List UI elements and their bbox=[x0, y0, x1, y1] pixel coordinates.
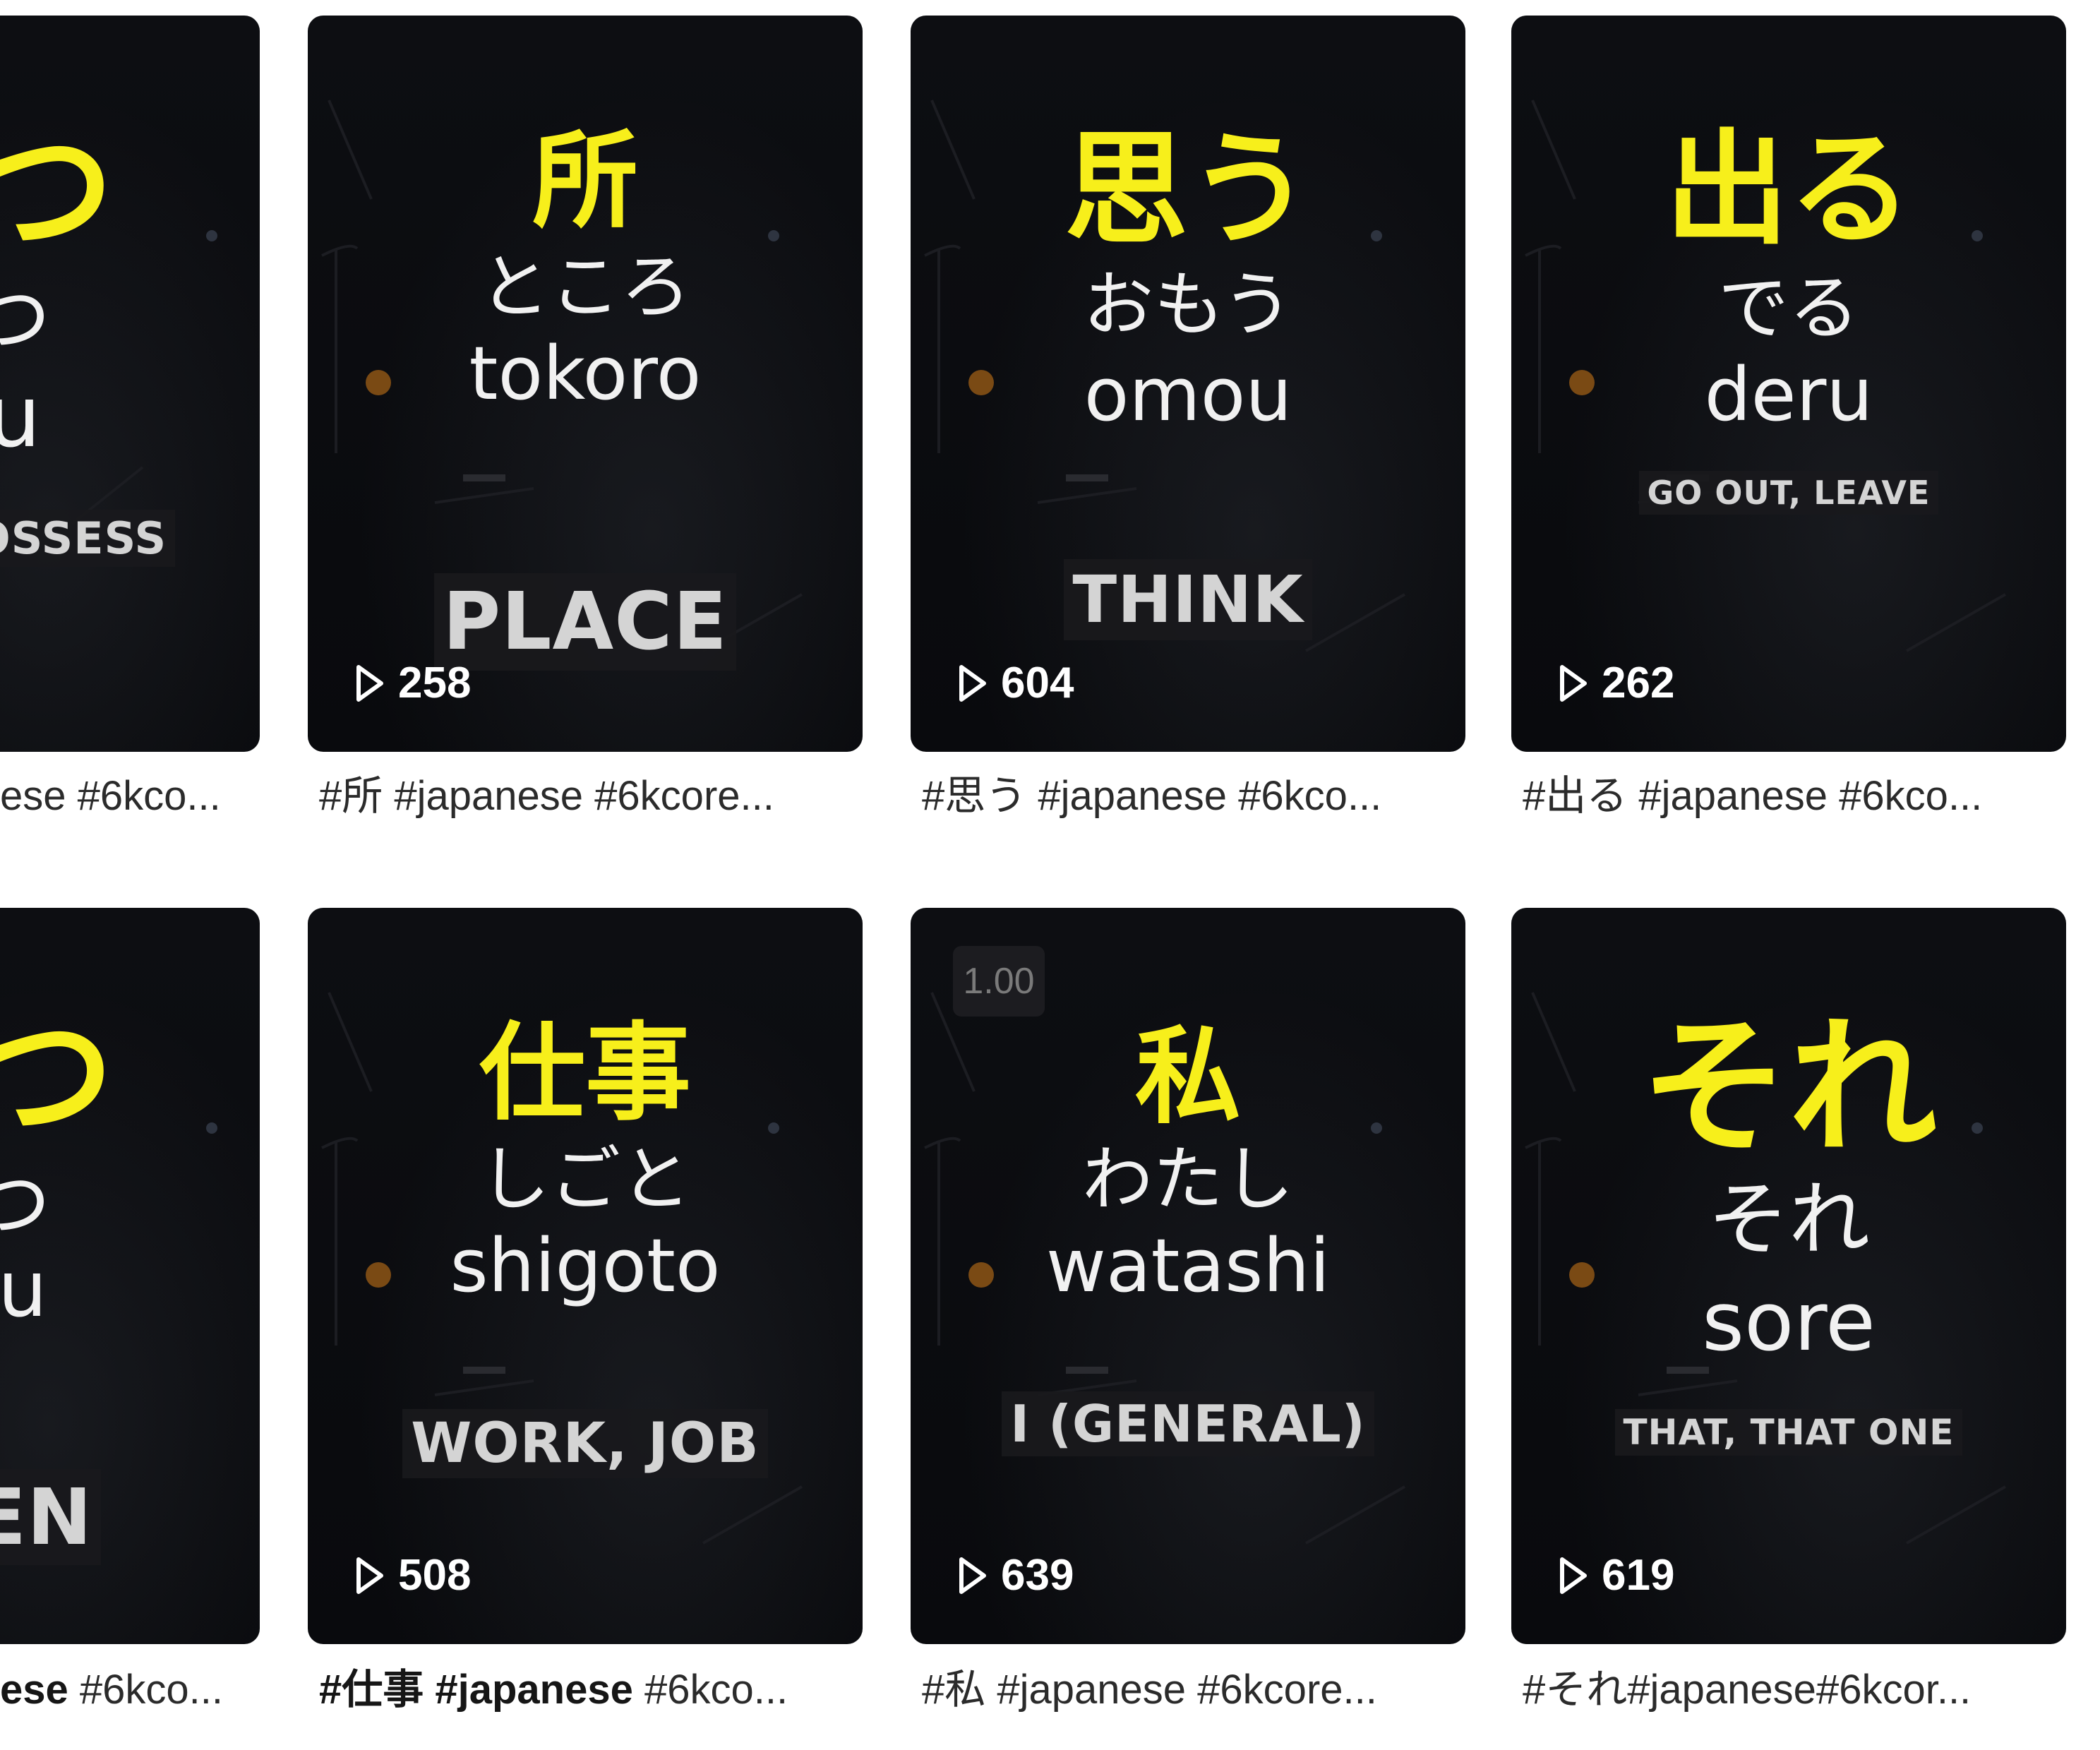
video-caption[interactable]: #所 #japanese #6kcore... bbox=[319, 768, 863, 825]
word-meaning: WORK, JOB bbox=[308, 1409, 863, 1478]
word-romaji: watashi bbox=[1045, 1223, 1331, 1309]
view-count-value: 508 bbox=[398, 1551, 472, 1600]
word-romaji: tokoro bbox=[469, 330, 702, 416]
word-meaning: PLACE bbox=[308, 573, 863, 671]
video-card-watashi[interactable]: 1.00 私 わたし watashi I (GENERAL) 639 bbox=[911, 908, 1465, 1644]
meaning-label: PLACE bbox=[434, 573, 736, 671]
video-card-tsu[interactable]: つ つ tsu OSSESS bbox=[0, 16, 260, 752]
word-meaning: I (GENERAL) bbox=[911, 1391, 1465, 1456]
playback-speed-badge[interactable]: 1.00 bbox=[953, 946, 1045, 1017]
video-caption[interactable]: #私 #japanese #6kcore... bbox=[922, 1662, 1465, 1718]
word-meaning: EN bbox=[0, 1469, 102, 1565]
video-caption[interactable]: #思う #japanese #6kco... bbox=[922, 768, 1465, 825]
word-kanji: 所 bbox=[532, 120, 638, 243]
word-kanji: 出る bbox=[1665, 119, 1912, 262]
view-count: 508 bbox=[356, 1550, 471, 1600]
video-card-shigoto[interactable]: 仕事 しごと shigoto WORK, JOB 508 bbox=[308, 908, 863, 1644]
video-card-omou[interactable]: 思う おもう omou THINK 604 bbox=[911, 16, 1465, 752]
word-meaning: GO OUT, LEAVE bbox=[1511, 471, 2066, 515]
word-meaning: THINK bbox=[911, 559, 1465, 640]
word-kana: それ bbox=[1707, 1173, 1870, 1267]
word-romaji: shigoto bbox=[450, 1223, 721, 1309]
play-icon bbox=[959, 1557, 987, 1595]
word-kanji: 思う bbox=[1064, 119, 1312, 262]
word-kana: ところ bbox=[479, 246, 691, 328]
word-kana: わたし bbox=[1082, 1138, 1294, 1221]
word-kana: つ bbox=[0, 274, 51, 364]
video-caption[interactable]: ese #6kco... bbox=[0, 768, 254, 825]
video-caption[interactable]: #出る #japanese #6kco... bbox=[1523, 768, 2066, 825]
word-meaning: THAT, THAT ONE bbox=[1511, 1409, 2066, 1456]
video-card-tokoro[interactable]: 所 ところ tokoro PLACE 258 bbox=[308, 16, 863, 752]
video-caption[interactable]: #それ#japanese#6kcor... bbox=[1523, 1662, 2066, 1718]
view-count: 262 bbox=[1559, 658, 1674, 708]
video-grid: つ つ tsu OSSESS 所 ところ tokoro PLACE 258 思う… bbox=[0, 0, 2100, 1750]
meaning-label: OSSESS bbox=[0, 510, 176, 567]
caption-bold: #仕事 #japanese bbox=[319, 1667, 633, 1713]
word-romaji: tsu bbox=[0, 368, 41, 467]
video-card-deru[interactable]: 出る でる deru GO OUT, LEAVE 262 bbox=[1511, 16, 2066, 752]
video-card-sore[interactable]: それ それ sore THAT, THAT ONE 619 bbox=[1511, 908, 2066, 1644]
meaning-label: I (GENERAL) bbox=[1002, 1391, 1374, 1456]
caption-bold: ese bbox=[0, 1667, 68, 1713]
play-icon bbox=[1559, 1557, 1588, 1595]
view-count-value: 604 bbox=[1001, 659, 1074, 707]
meaning-label: THINK bbox=[1064, 559, 1312, 640]
word-kana: つ bbox=[0, 1159, 51, 1249]
word-kana: おもう bbox=[1083, 263, 1293, 346]
word-kanji: 仕事 bbox=[479, 1012, 691, 1135]
word-romaji: sore bbox=[1702, 1275, 1876, 1370]
view-count-value: 619 bbox=[1602, 1551, 1675, 1600]
meaning-label: THAT, THAT ONE bbox=[1614, 1409, 1963, 1456]
word-kana: でる bbox=[1718, 267, 1859, 349]
video-caption[interactable]: ese #6kco... bbox=[0, 1662, 254, 1718]
meaning-label: WORK, JOB bbox=[402, 1409, 768, 1478]
view-count: 639 bbox=[959, 1550, 1074, 1600]
meaning-label: GO OUT, LEAVE bbox=[1638, 471, 1939, 515]
play-icon bbox=[356, 1557, 384, 1595]
meaning-label: EN bbox=[0, 1469, 102, 1565]
play-icon bbox=[959, 664, 987, 702]
word-romaji: deru bbox=[1704, 352, 1873, 438]
caption-rest: #6kco... bbox=[68, 1667, 224, 1713]
word-kanji: 私 bbox=[1134, 1016, 1241, 1139]
view-count-value: 639 bbox=[1001, 1551, 1074, 1600]
view-count: 258 bbox=[356, 658, 471, 708]
play-icon bbox=[1559, 664, 1588, 702]
word-romaji: omou bbox=[1084, 352, 1292, 438]
word-meaning: OSSESS bbox=[0, 510, 176, 567]
word-kanji: つ bbox=[0, 995, 115, 1159]
video-caption[interactable]: #仕事 #japanese #6kco... bbox=[319, 1662, 863, 1718]
view-count-value: 262 bbox=[1602, 659, 1675, 707]
word-kanji: つ bbox=[0, 109, 115, 274]
video-card-partial[interactable]: つ つ u EN bbox=[0, 908, 260, 1644]
play-icon bbox=[356, 664, 384, 702]
word-romaji: u bbox=[0, 1244, 47, 1334]
word-kana: しごと bbox=[479, 1138, 691, 1221]
view-count: 604 bbox=[959, 658, 1074, 708]
view-count-value: 258 bbox=[398, 659, 472, 707]
word-kanji: それ bbox=[1640, 1001, 1937, 1174]
caption-rest: #6kco... bbox=[632, 1667, 788, 1713]
view-count: 619 bbox=[1559, 1550, 1674, 1600]
